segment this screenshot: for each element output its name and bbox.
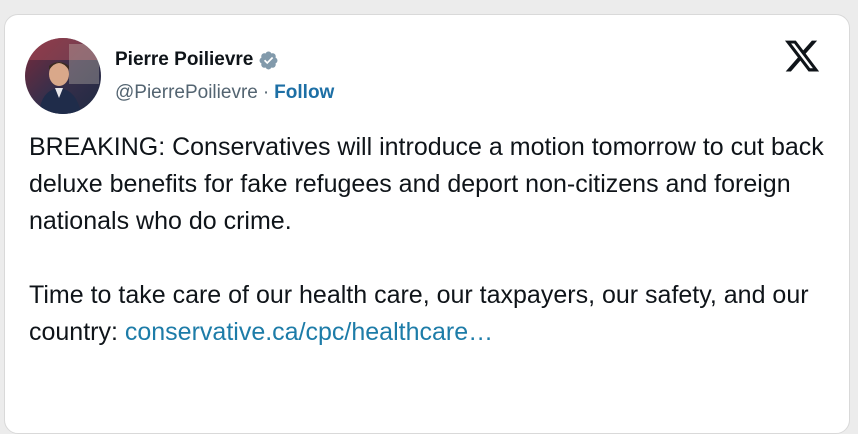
handle-row: @PierrePoilievre · Follow [115,79,334,107]
author-name[interactable]: Pierre Poilievre [115,49,253,71]
tweet-card: Pierre Poilievre @PierrePoilievre · Foll… [4,14,850,434]
tweet-body: BREAKING: Conservatives will introduce a… [29,129,839,351]
author-handle[interactable]: @PierrePoilievre [115,82,258,104]
tweet-header: Pierre Poilievre @PierrePoilievre · Foll… [25,35,334,117]
tweet-paragraph-1: BREAKING: Conservatives will introduce a… [29,133,824,235]
author-identity: Pierre Poilievre @PierrePoilievre · Foll… [115,45,334,107]
follow-button[interactable]: Follow [274,82,334,104]
avatar[interactable] [25,38,101,114]
verified-badge-icon [259,51,278,69]
separator-dot: · [262,82,270,103]
tweet-link[interactable]: conservative.ca/cpc/healthcare… [125,318,493,346]
x-logo-icon[interactable] [783,37,821,75]
avatar-photo [25,38,101,114]
name-row: Pierre Poilievre [115,45,334,75]
tweet-paragraph-2: Time to take care of our health care, ou… [29,277,839,351]
